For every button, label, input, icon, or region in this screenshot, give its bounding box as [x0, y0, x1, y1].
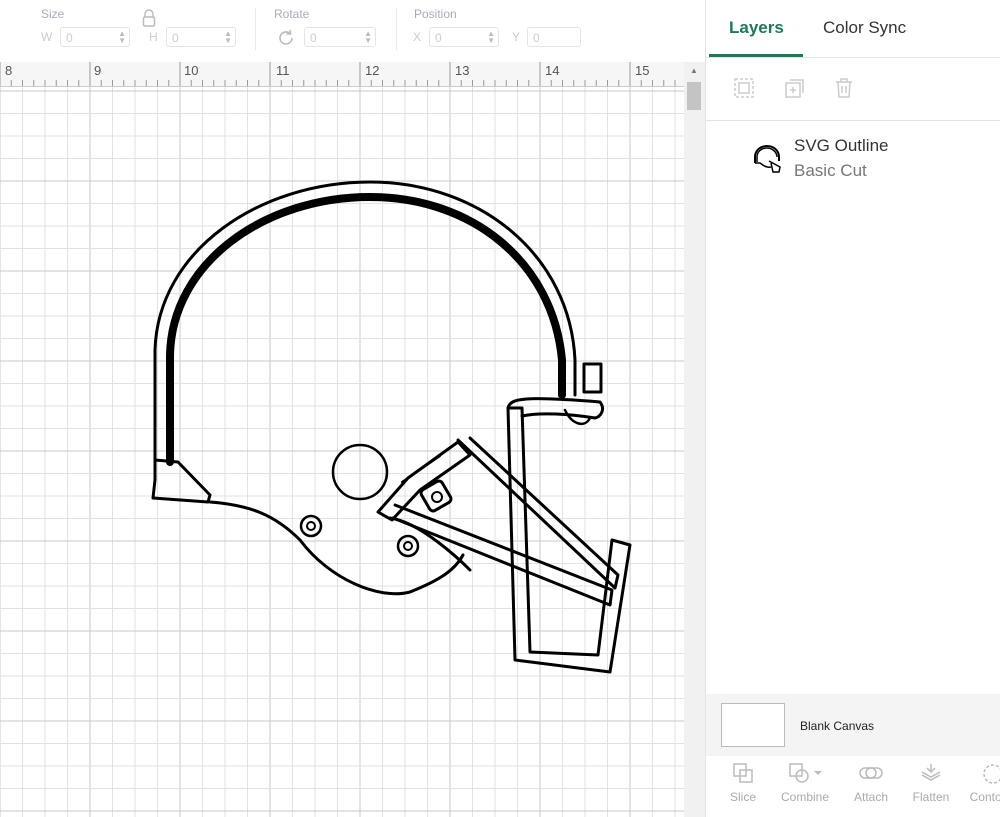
width-field[interactable]: 0 ▲ ▼ — [60, 27, 130, 47]
ruler-number: 8 — [5, 63, 13, 78]
height-letter: H — [149, 30, 158, 44]
attach-icon — [859, 767, 883, 779]
combine-button[interactable]: Combine — [777, 762, 833, 817]
flatten-label: Flatten — [912, 790, 950, 804]
combine-label: Combine — [780, 790, 830, 804]
x-value: 0 — [435, 31, 442, 45]
tabs-divider — [706, 57, 1000, 58]
duplicate-icon[interactable] — [782, 76, 806, 100]
width-letter: W — [41, 30, 53, 44]
attach-button[interactable]: Attach — [843, 762, 899, 817]
vertical-scroll-thumb[interactable] — [687, 82, 701, 110]
canvas-layer-row[interactable]: Blank Canvas — [706, 694, 1000, 756]
x-letter: X — [413, 30, 422, 44]
position-label: Position — [414, 7, 457, 21]
ruler-number: 10 — [184, 63, 199, 78]
attach-label: Attach — [853, 790, 889, 804]
ruler-number: 12 — [365, 63, 380, 78]
lock-icon[interactable] — [142, 9, 156, 32]
position-group: Position X 0 ▲ ▼ Y 0 — [397, 0, 597, 62]
edit-toolbar: Size W 0 ▲ ▼ H 0 ▲ ▼ Rotate 0 ▲ ▼ Position … — [0, 0, 705, 62]
design-canvas[interactable] — [0, 87, 684, 817]
canvas-label: Blank Canvas — [800, 719, 875, 733]
rotate-icon — [276, 28, 296, 53]
group-icon[interactable] — [732, 76, 756, 100]
delete-icon[interactable] — [832, 76, 856, 100]
flatten-button[interactable]: Flatten — [903, 762, 959, 817]
layer-item[interactable]: SVG Outline Basic Cut — [706, 121, 1000, 191]
layer-operation[interactable]: Basic Cut — [794, 161, 867, 181]
slice-button[interactable]: Slice — [715, 762, 771, 817]
vertical-scrollbar[interactable]: ▲ — [684, 62, 705, 817]
ruler-number: 14 — [545, 63, 560, 78]
ruler-number: 13 — [455, 63, 470, 78]
tab-color-sync[interactable]: Color Sync — [823, 18, 906, 38]
rotate-value: 0 — [310, 31, 317, 45]
rotate-group: Rotate 0 ▲ ▼ — [256, 0, 396, 62]
canvas-color-swatch[interactable] — [721, 703, 785, 747]
height-stepper[interactable]: ▲ ▼ — [224, 30, 232, 45]
slice-icon — [733, 763, 753, 783]
rotate-label: Rotate — [274, 7, 310, 21]
combine-icon — [789, 763, 822, 783]
contour-button[interactable]: Contour — [963, 762, 1000, 817]
size-label: Size — [41, 7, 65, 21]
ruler-number: 9 — [94, 63, 102, 78]
x-stepper[interactable]: ▲ ▼ — [487, 30, 495, 45]
contour-icon — [983, 764, 1000, 784]
y-value: 0 — [533, 31, 540, 45]
ruler-number: 15 — [635, 63, 650, 78]
width-value: 0 — [66, 31, 73, 45]
x-field[interactable]: 0 ▲ ▼ — [429, 27, 499, 47]
helmet-thumbnail-icon — [751, 143, 783, 173]
slice-label: Slice — [729, 790, 756, 804]
height-value: 0 — [172, 31, 179, 45]
ruler-ticks — [0, 62, 676, 86]
y-letter: Y — [512, 30, 521, 44]
horizontal-ruler: 8 9 10 11 12 13 14 15 — [0, 62, 684, 87]
height-field[interactable]: 0 ▲ ▼ — [166, 27, 236, 47]
y-field[interactable]: 0 — [527, 27, 581, 47]
flatten-icon — [921, 764, 941, 781]
size-group: Size W 0 ▲ ▼ H 0 ▲ ▼ — [0, 0, 255, 62]
width-stepper[interactable]: ▲ ▼ — [118, 30, 126, 45]
rotate-stepper[interactable]: ▲ ▼ — [364, 30, 372, 45]
contour-label: Contour — [969, 790, 1000, 804]
tab-layers[interactable]: Layers — [729, 18, 784, 38]
scroll-up-icon[interactable]: ▲ — [690, 66, 698, 75]
ruler-number: 11 — [276, 63, 290, 78]
layers-panel: Layers Color Sync SVG Outline Basic Cut … — [705, 0, 1000, 817]
rotate-field[interactable]: 0 ▲ ▼ — [304, 27, 376, 47]
helmet-outline[interactable] — [0, 87, 684, 817]
layer-name: SVG Outline — [794, 136, 889, 155]
